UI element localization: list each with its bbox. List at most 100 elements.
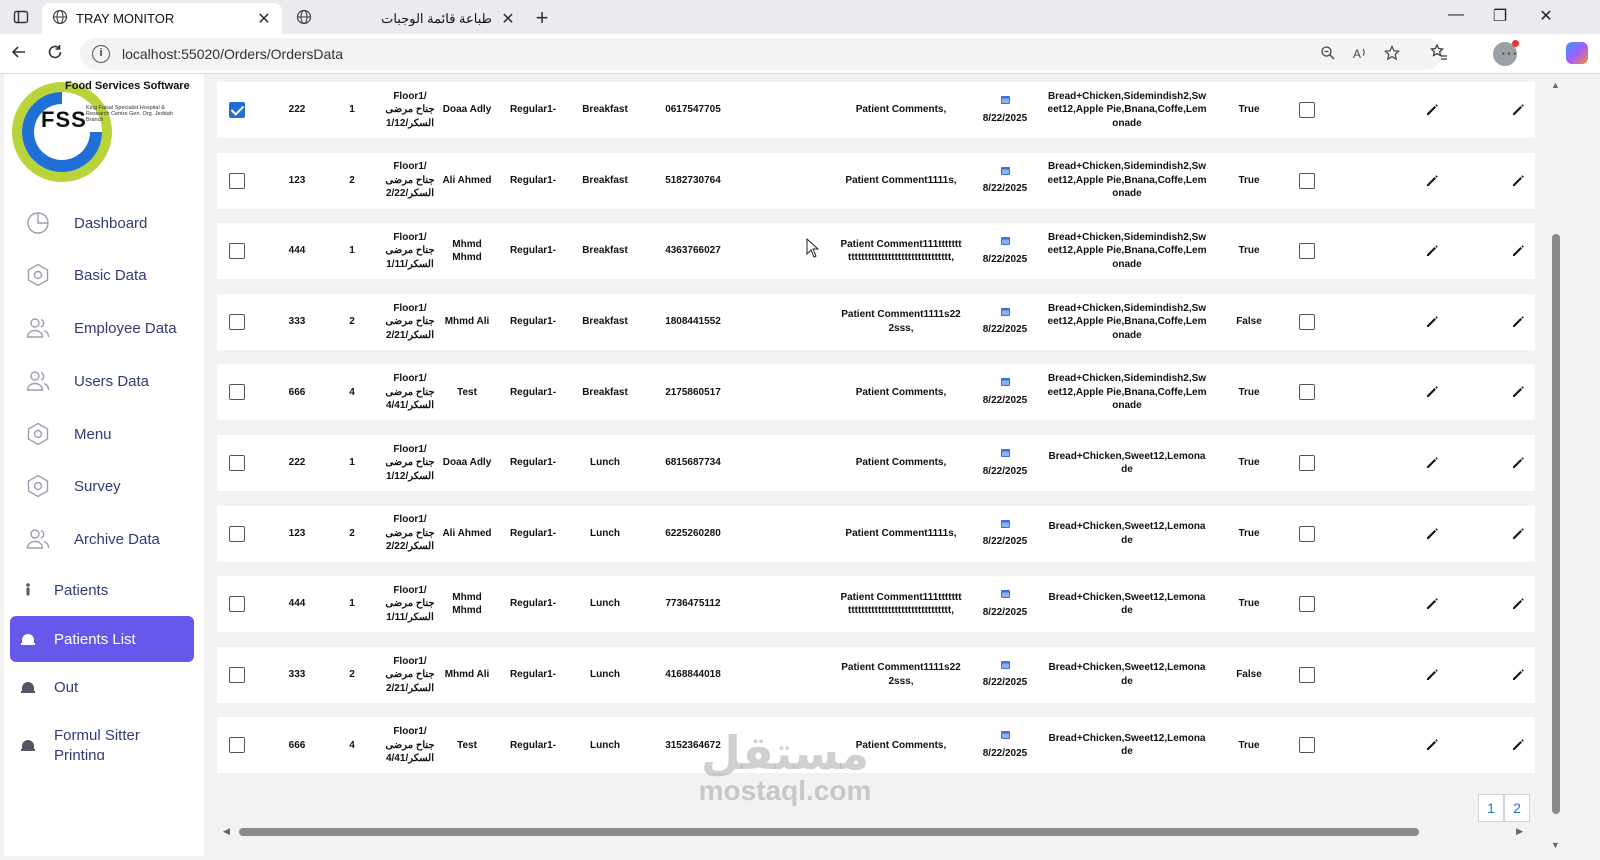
num-text: 4 bbox=[349, 739, 355, 751]
read-aloud-icon[interactable]: A bbox=[1350, 45, 1370, 65]
favorite-star-icon[interactable] bbox=[1382, 45, 1402, 65]
pencil-icon[interactable] bbox=[1424, 243, 1440, 259]
row-flag-checkbox[interactable] bbox=[1299, 666, 1315, 683]
close-window-button[interactable]: ✕ bbox=[1536, 6, 1556, 26]
name-text: Mhmd Mhmd bbox=[452, 238, 482, 264]
back-arrow-icon[interactable] bbox=[8, 43, 30, 65]
pencil-icon[interactable] bbox=[1424, 102, 1440, 118]
sidebar-item-survey[interactable]: Survey bbox=[10, 463, 194, 509]
date-text: 8/22/2025 bbox=[982, 747, 1028, 759]
restore-button[interactable]: ❐ bbox=[1490, 6, 1510, 26]
url-field[interactable]: i localhost:55020/Orders/OrdersData A bbox=[80, 38, 1442, 70]
horizontal-scroll-thumb[interactable] bbox=[239, 828, 1419, 836]
close-tab-icon[interactable]: ✕ bbox=[500, 9, 516, 29]
row-select-checkbox[interactable] bbox=[229, 384, 245, 401]
date-cell: 8/22/2025 bbox=[975, 223, 1035, 279]
row-flag-checkbox[interactable] bbox=[1299, 384, 1315, 401]
sidebar-item-basic-data[interactable]: Basic Data bbox=[10, 252, 194, 298]
minimize-button[interactable]: — bbox=[1446, 6, 1466, 24]
pencil-icon[interactable] bbox=[1510, 667, 1526, 683]
pencil-icon[interactable] bbox=[1510, 596, 1526, 612]
floor-line: جناح مرضى bbox=[385, 739, 435, 751]
row-flag-checkbox[interactable] bbox=[1299, 102, 1315, 118]
browser-tab-inactive[interactable]: طباعة قائمة الوجبات ✕ bbox=[286, 3, 526, 34]
favorites-icon[interactable] bbox=[1428, 43, 1450, 66]
pencil-icon[interactable] bbox=[1510, 737, 1526, 753]
diet-cell: Regular1- bbox=[503, 647, 563, 703]
row-flag-checkbox-cell bbox=[1287, 647, 1327, 703]
row-select-checkbox[interactable] bbox=[229, 455, 245, 471]
sidebar-item-users-data[interactable]: Users Data bbox=[10, 358, 194, 404]
floor-line: جناح مرضى bbox=[385, 245, 435, 257]
pencil-icon[interactable] bbox=[1510, 455, 1526, 471]
mrn-text: 444 bbox=[288, 245, 306, 257]
pencil-icon[interactable] bbox=[1424, 384, 1440, 400]
row-flag-checkbox[interactable] bbox=[1299, 313, 1315, 330]
vertical-scrollbar[interactable]: ▲ ▼ bbox=[1548, 74, 1564, 856]
scroll-down-icon[interactable]: ▼ bbox=[1551, 840, 1560, 850]
page-2-button[interactable]: 2 bbox=[1504, 794, 1530, 822]
tab-actions-icon[interactable] bbox=[12, 8, 30, 26]
row-select-checkbox[interactable] bbox=[229, 525, 245, 542]
pencil-icon[interactable] bbox=[1510, 102, 1526, 118]
row-select-checkbox[interactable] bbox=[229, 172, 245, 189]
pencil-icon[interactable] bbox=[1424, 526, 1440, 542]
tray-icon bbox=[18, 738, 38, 752]
sidebar-item-menu[interactable]: Menu bbox=[10, 411, 194, 457]
browser-tab-active[interactable]: TRAY MONITOR ✕ bbox=[42, 3, 282, 34]
row-select-checkbox[interactable] bbox=[229, 737, 245, 754]
row-flag-checkbox[interactable] bbox=[1299, 525, 1315, 542]
pencil-icon[interactable] bbox=[1424, 596, 1440, 612]
scroll-left-icon[interactable]: ◀ bbox=[223, 826, 230, 837]
pencil-icon[interactable] bbox=[1424, 455, 1440, 471]
pencil-icon[interactable] bbox=[1424, 173, 1440, 189]
sidebar-item-employee-data[interactable]: Employee Data bbox=[10, 305, 194, 351]
sidebar-item-dashboard[interactable]: Dashboard bbox=[10, 200, 194, 246]
calendar-icon bbox=[1000, 166, 1010, 180]
edit-cell bbox=[1417, 435, 1447, 491]
horizontal-scrollbar[interactable]: ◀ ▶ bbox=[217, 826, 1527, 838]
pencil-icon[interactable] bbox=[1424, 667, 1440, 683]
refresh-icon[interactable] bbox=[44, 43, 66, 65]
page-1-button[interactable]: 1 bbox=[1478, 794, 1504, 822]
new-tab-button[interactable]: + bbox=[530, 5, 554, 31]
row-select-checkbox[interactable] bbox=[229, 666, 245, 683]
row-flag-checkbox-cell bbox=[1287, 223, 1327, 279]
sidebar-item-archive-data[interactable]: Archive Data bbox=[10, 516, 194, 562]
close-tab-icon[interactable]: ✕ bbox=[256, 9, 272, 29]
sidebar-item-formul-sitter-printing[interactable]: Formul Sitter Printing bbox=[10, 714, 194, 760]
pencil-icon[interactable] bbox=[1424, 314, 1440, 330]
scroll-right-icon[interactable]: ▶ bbox=[1516, 826, 1523, 837]
copilot-icon[interactable] bbox=[1566, 42, 1588, 64]
row-select-checkbox[interactable] bbox=[229, 596, 245, 613]
flag-text: True bbox=[1238, 527, 1260, 539]
date-cell: 8/22/2025 bbox=[975, 153, 1035, 209]
pencil-icon[interactable] bbox=[1510, 173, 1526, 189]
more-options-icon[interactable]: ··· bbox=[1498, 43, 1520, 63]
floor-lines: Floor1/جناح مرضى السكر/1/11 bbox=[385, 584, 434, 625]
site-info-icon[interactable]: i bbox=[92, 45, 110, 63]
floor-lines: Floor1/جناح مرضى السكر/2/22 bbox=[385, 513, 434, 554]
diet-text: Regular1- bbox=[509, 457, 557, 469]
row-flag-checkbox[interactable] bbox=[1299, 596, 1315, 613]
pencil-icon[interactable] bbox=[1510, 243, 1526, 259]
row-select-checkbox[interactable] bbox=[229, 313, 245, 330]
sidebar-item-out[interactable]: Out bbox=[10, 664, 194, 710]
pencil-icon[interactable] bbox=[1510, 314, 1526, 330]
scroll-up-icon[interactable]: ▲ bbox=[1551, 80, 1560, 90]
diet-text: Regular1- bbox=[509, 174, 557, 186]
pencil-icon[interactable] bbox=[1510, 526, 1526, 542]
pencil-icon[interactable] bbox=[1510, 384, 1526, 400]
floor-line: جناح مرضى bbox=[385, 316, 435, 328]
pencil-icon[interactable] bbox=[1424, 737, 1440, 753]
row-flag-checkbox[interactable] bbox=[1299, 243, 1315, 260]
zoom-icon[interactable] bbox=[1318, 45, 1338, 65]
row-select-checkbox[interactable] bbox=[229, 243, 245, 260]
row-flag-checkbox[interactable] bbox=[1299, 455, 1315, 471]
row-flag-checkbox[interactable] bbox=[1299, 737, 1315, 754]
vertical-scroll-thumb[interactable] bbox=[1552, 234, 1560, 814]
row-flag-checkbox[interactable] bbox=[1299, 172, 1315, 189]
row-select-checkbox[interactable] bbox=[229, 102, 245, 118]
sidebar-item-patients-list[interactable]: Patients List bbox=[10, 616, 194, 662]
sidebar-item-patients[interactable]: Patients bbox=[10, 567, 194, 613]
